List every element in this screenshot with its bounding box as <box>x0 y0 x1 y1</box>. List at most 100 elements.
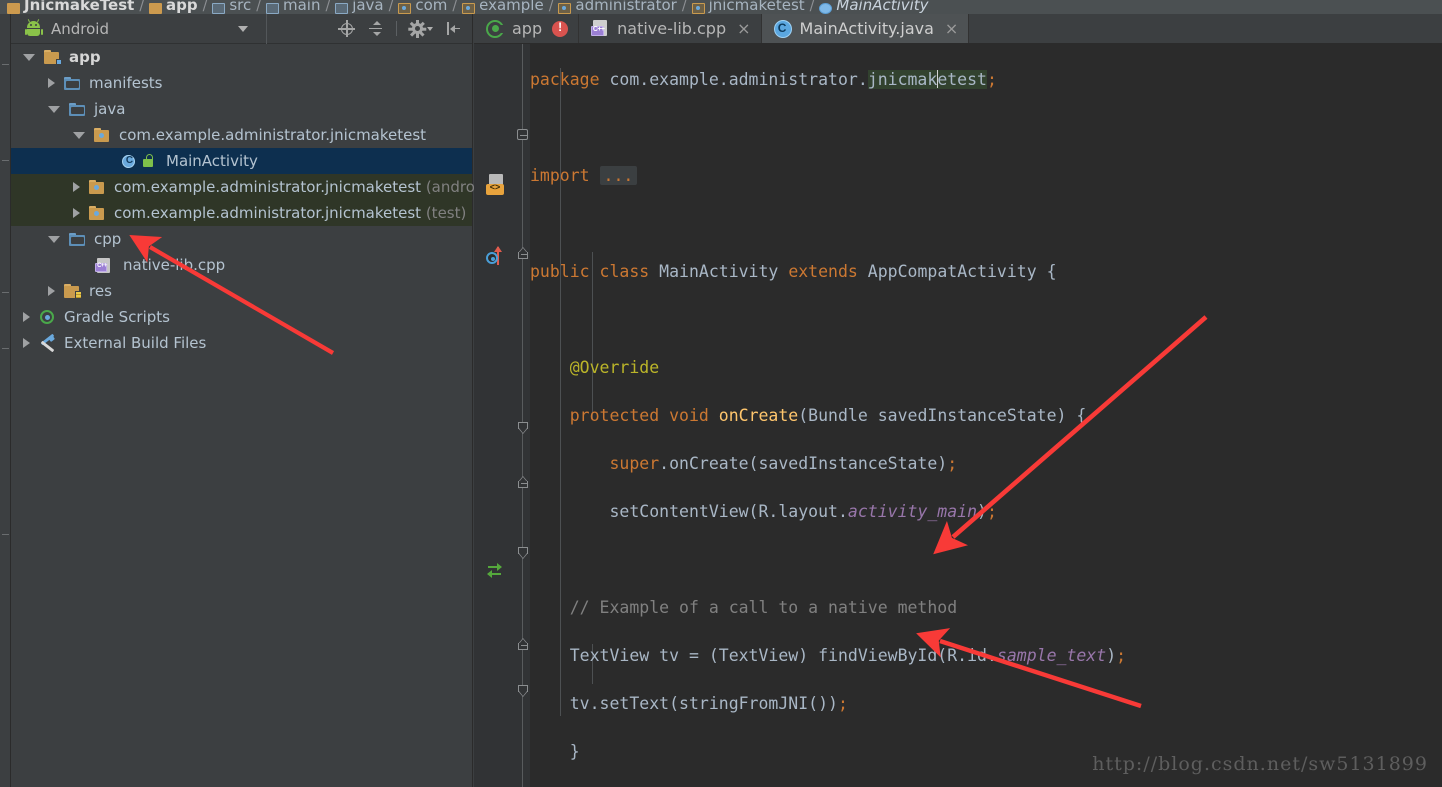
collapse-all-icon[interactable] <box>367 20 384 37</box>
breadcrumb-item-com[interactable]: com <box>395 0 450 14</box>
layout-file-marker-icon[interactable] <box>486 174 508 196</box>
fold-marker-oncreate-start[interactable] <box>518 247 528 259</box>
cpp-file-icon <box>591 20 609 37</box>
tree-item-label: com.example.administrator.jnicmaketest (… <box>114 204 467 222</box>
android-icon <box>24 19 43 37</box>
tree-item-manifests[interactable]: manifests <box>11 70 472 96</box>
fold-marker-oncreate-end[interactable] <box>518 422 528 434</box>
close-icon[interactable]: × <box>737 20 750 37</box>
tree-item-label: com.example.administrator.jnicmaketest <box>119 126 427 144</box>
breadcrumb-item-main[interactable]: main <box>263 0 323 14</box>
breadcrumb-separator: / <box>202 0 208 14</box>
breadcrumb-item-jnicmaketest[interactable]: jnicmaketest <box>689 0 808 14</box>
chevron-right-icon[interactable] <box>23 338 30 348</box>
tree-item-native-lib-cpp[interactable]: native-lib.cpp <box>11 252 472 278</box>
breadcrumb-item-project[interactable]: JnicmakeTest <box>4 0 137 14</box>
tree-item-mainactivity[interactable]: MainActivity <box>11 148 472 174</box>
tab-app-run-config[interactable]: app <box>474 14 580 43</box>
chevron-down-icon[interactable] <box>427 26 433 31</box>
tree-item-label: MainActivity <box>166 152 258 170</box>
tab-label: native-lib.cpp <box>617 19 727 38</box>
tree-item-gradle-scripts[interactable]: Gradle Scripts <box>11 304 472 330</box>
package-icon <box>89 205 107 221</box>
folder-icon <box>69 232 87 247</box>
android-studio-window: JnicmakeTest / app / src / main / java /… <box>0 0 1442 787</box>
chevron-right-icon[interactable] <box>48 78 55 88</box>
fold-marker-javadoc-end[interactable] <box>518 547 528 559</box>
lock-icon <box>142 154 155 168</box>
breadcrumb-item-administrator[interactable]: administrator <box>555 0 679 14</box>
fold-marker-import[interactable] <box>517 129 528 140</box>
project-view-selector[interactable]: Android <box>11 13 267 44</box>
tree-item-label: app <box>69 48 101 66</box>
chevron-right-icon[interactable] <box>73 208 80 218</box>
fold-marker-static-end[interactable] <box>518 685 528 697</box>
breadcrumb-label: MainActivity <box>836 0 929 14</box>
tree-item-label: res <box>89 282 112 300</box>
chevron-down-icon[interactable] <box>48 105 60 113</box>
breadcrumb-separator: / <box>256 0 261 14</box>
override-method-marker-icon[interactable] <box>486 246 508 267</box>
tree-item-external-build-files[interactable]: External Build Files <box>11 330 472 356</box>
breadcrumb-label: com <box>415 0 448 14</box>
fold-marker-javadoc-start[interactable] <box>518 476 528 488</box>
project-tool-window: Android app manifests java com.example.a… <box>11 13 475 787</box>
code-line-settext: tv.setText(stringFromJNI()); <box>569 694 848 713</box>
tree-item-package-main[interactable]: com.example.administrator.jnicmaketest <box>11 122 472 148</box>
code-line-textview: TextView tv = (TextView) findViewById(R.… <box>569 646 1127 665</box>
editor-tab-strip: app native-lib.cpp × MainActivity.java × <box>474 14 1442 44</box>
chevron-right-icon[interactable] <box>48 286 55 296</box>
project-panel-header: Android <box>11 13 472 44</box>
native-implementation-marker-icon[interactable] <box>486 562 506 580</box>
gear-icon[interactable] <box>408 19 427 38</box>
folder-icon <box>335 3 349 14</box>
chevron-right-icon[interactable] <box>23 312 30 322</box>
chevron-down-icon[interactable] <box>48 235 60 243</box>
breadcrumb-separator: / <box>388 0 394 14</box>
java-class-icon <box>773 19 792 38</box>
tree-item-res[interactable]: res <box>11 278 472 304</box>
package-icon <box>558 3 572 14</box>
tab-native-lib-cpp[interactable]: native-lib.cpp × <box>579 14 762 43</box>
code-line-override: @Override <box>569 358 660 377</box>
breadcrumb-label: administrator <box>575 0 677 14</box>
code-line-package: package com.example.administrator.jnicma… <box>530 70 997 89</box>
fold-marker-static-start[interactable] <box>518 638 528 650</box>
project-view-label: Android <box>51 19 109 38</box>
chevron-right-icon[interactable] <box>73 182 80 192</box>
import-fold[interactable]: ... <box>599 166 638 185</box>
module-folder-icon <box>44 49 62 65</box>
code-text[interactable]: package com.example.administrator.jnicma… <box>530 44 1305 787</box>
external-build-icon <box>39 333 57 352</box>
breadcrumb-label: example <box>479 0 544 14</box>
tree-item-app[interactable]: app <box>11 44 472 70</box>
chevron-down-icon[interactable] <box>23 53 35 61</box>
breadcrumb-item-mainactivity[interactable]: MainActivity <box>816 0 931 14</box>
tab-mainactivity-java[interactable]: MainActivity.java × <box>761 14 970 43</box>
breadcrumb-item-src[interactable]: src <box>209 0 254 14</box>
tree-item-java[interactable]: java <box>11 96 472 122</box>
tree-item-package-androidtest[interactable]: com.example.administrator.jnicmaketest (… <box>11 174 475 200</box>
code-line-setcontentview: setContentView(R.layout.activity_main); <box>609 502 997 521</box>
tree-item-package-test[interactable]: com.example.administrator.jnicmaketest (… <box>11 200 472 226</box>
breadcrumb-separator: / <box>809 0 815 14</box>
tree-item-cpp[interactable]: cpp <box>11 226 472 252</box>
close-icon[interactable]: × <box>945 20 958 37</box>
editor-area: app native-lib.cpp × MainActivity.java × <box>474 14 1442 787</box>
hide-panel-icon[interactable] <box>445 20 462 37</box>
package-icon <box>691 3 705 14</box>
module-icon <box>149 3 163 14</box>
tool-window-strip[interactable] <box>0 14 11 787</box>
code-line-oncreate: protected void onCreate(Bundle savedInst… <box>569 406 1087 425</box>
target-icon[interactable] <box>338 20 355 37</box>
breadcrumb-label: JnicmakeTest <box>24 0 135 14</box>
breadcrumb-separator: / <box>548 0 554 14</box>
breadcrumb-item-java[interactable]: java <box>332 0 386 14</box>
breadcrumb-item-app[interactable]: app <box>146 0 201 14</box>
chevron-down-icon[interactable] <box>238 25 248 32</box>
chevron-down-icon[interactable] <box>73 131 85 139</box>
breadcrumb-item-example[interactable]: example <box>459 0 547 14</box>
breadcrumb-label: src <box>229 0 252 14</box>
gradle-icon <box>39 310 57 325</box>
code-editor[interactable]: package com.example.administrator.jnicma… <box>474 44 1442 787</box>
